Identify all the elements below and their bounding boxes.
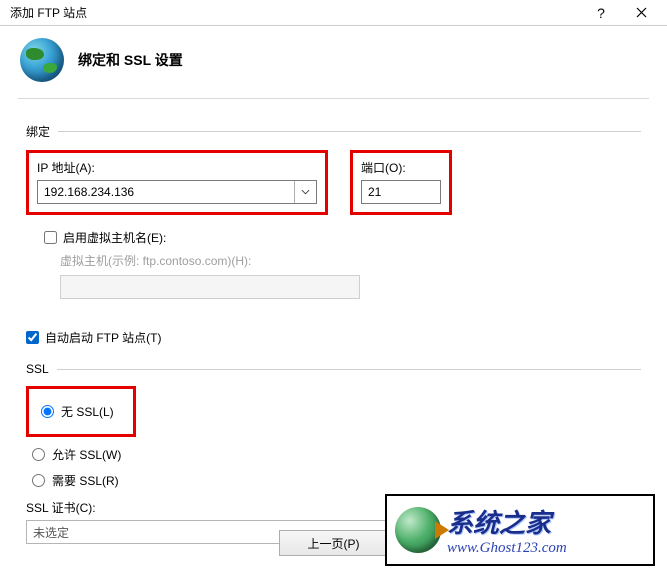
port-field: 端口(O): [361, 159, 441, 204]
content-area: 绑定 IP 地址(A): 端口(O): [0, 99, 667, 552]
enable-vhost-label: 启用虚拟主机名(E): [63, 229, 166, 246]
close-icon [636, 7, 647, 18]
binding-group-header: 绑定 [26, 123, 641, 140]
page-title: 绑定和 SSL 设置 [78, 50, 183, 70]
port-highlight: 端口(O): [350, 150, 452, 215]
ssl-group-header: SSL [26, 362, 641, 376]
port-input[interactable] [362, 185, 529, 199]
ssl-group-label: SSL [26, 362, 49, 376]
watermark-url: www.Ghost123.com [447, 540, 567, 557]
ssl-radio-allow[interactable] [32, 448, 45, 461]
ssl-none-label: 无 SSL(L) [61, 403, 114, 420]
ip-highlight: IP 地址(A): [26, 150, 328, 215]
page-header: 绑定和 SSL 设置 [0, 26, 667, 94]
ip-label: IP 地址(A): [37, 159, 317, 176]
ip-field: IP 地址(A): [37, 159, 317, 204]
port-label: 端口(O): [361, 159, 441, 176]
port-input-wrap[interactable] [361, 180, 441, 204]
binding-group-label: 绑定 [26, 123, 50, 140]
ip-address-combo[interactable] [37, 180, 317, 204]
ip-port-row: IP 地址(A): 端口(O): [26, 150, 641, 215]
watermark-title: 系统之家 [447, 503, 567, 540]
ssl-option-none[interactable]: 无 SSL(L) [41, 403, 127, 420]
vhost-field-label: 虚拟主机(示例: ftp.contoso.com)(H): [60, 252, 641, 269]
vhost-checkbox-row: 启用虚拟主机名(E): [44, 229, 641, 246]
chevron-down-icon [301, 189, 310, 195]
previous-button[interactable]: 上一页(P) [279, 530, 389, 556]
autostart-label: 自动启动 FTP 站点(T) [45, 329, 161, 346]
close-button[interactable] [621, 1, 661, 25]
globe-icon [20, 38, 64, 82]
titlebar: 添加 FTP 站点 ? [0, 0, 667, 26]
autostart-checkbox[interactable] [26, 331, 39, 344]
ip-dropdown-button[interactable] [294, 181, 316, 203]
ssl-option-allow[interactable]: 允许 SSL(W) [32, 446, 641, 463]
ssl-options: 无 SSL(L) 允许 SSL(W) 需要 SSL(R) [26, 386, 641, 489]
ssl-radio-none[interactable] [41, 405, 54, 418]
help-button[interactable]: ? [581, 1, 621, 25]
ssl-option-require[interactable]: 需要 SSL(R) [32, 472, 641, 489]
enable-vhost-checkbox[interactable] [44, 231, 57, 244]
watermark-globe-icon [395, 507, 441, 553]
watermark: 系统之家 www.Ghost123.com [385, 494, 655, 566]
no-ssl-highlight: 无 SSL(L) [26, 386, 136, 437]
autostart-row: 自动启动 FTP 站点(T) [26, 329, 641, 346]
window-controls: ? [581, 1, 661, 25]
window-title: 添加 FTP 站点 [10, 4, 581, 21]
ssl-radio-require[interactable] [32, 474, 45, 487]
ip-address-input[interactable] [38, 185, 294, 199]
vhost-input [60, 275, 360, 299]
ssl-require-label: 需要 SSL(R) [52, 472, 119, 489]
ssl-allow-label: 允许 SSL(W) [52, 446, 121, 463]
